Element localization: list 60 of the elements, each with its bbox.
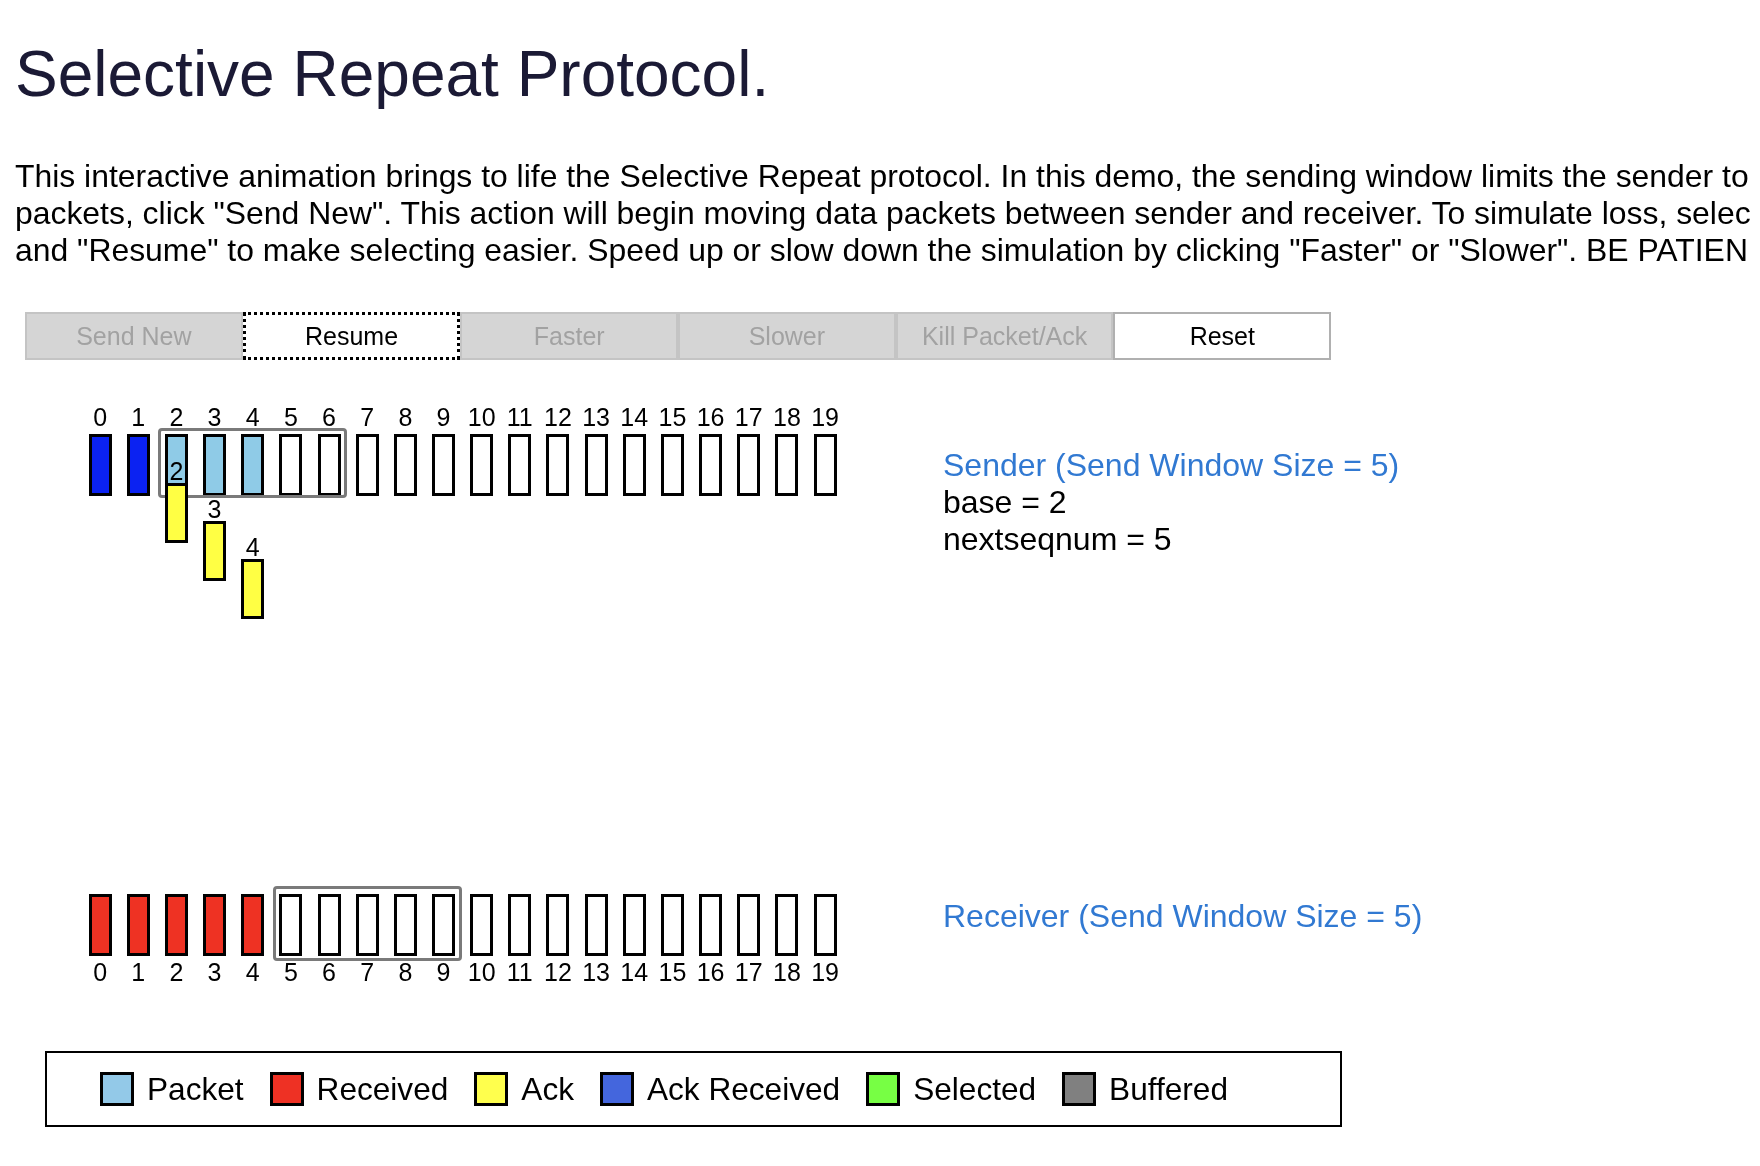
intro-paragraph: This interactive animation brings to life the Selective Repeat protocol. In this demo, the sending window limits the sender to packets, click "Send New". This action will begin moving data packets between sender and receiver. To simulate loss, selec and "Resume" to make selecting easier. Speed up or slow down the simulation by clicking "Faster" or "Slower". BE PATIEN [15, 158, 1751, 269]
slot-number: 3 [207, 403, 222, 431]
receiver-heading: Receiver (Send Window Size = 5) [943, 897, 1423, 935]
slot-number: 16 [696, 403, 725, 431]
slot-number: 15 [658, 403, 687, 431]
slot-number: 14 [620, 403, 649, 431]
slot-number: 4 [245, 958, 260, 986]
ack-packet [203, 521, 227, 581]
slot-number: 11 [506, 958, 533, 986]
sender-variable: nextseqnum = 5 [943, 520, 1173, 558]
slot-number: 3 [207, 958, 222, 986]
slot-number: 4 [245, 403, 260, 431]
legend-label: Selected [913, 1070, 1037, 1108]
slot-number: 7 [360, 958, 375, 986]
slot-number: 19 [811, 403, 839, 431]
slot-number: 8 [398, 403, 413, 431]
slot-number: 10 [467, 958, 496, 986]
slot-number: 17 [734, 403, 763, 431]
slot-number: 12 [544, 403, 572, 431]
ack-packet [164, 483, 188, 543]
slot-number: 0 [93, 403, 108, 431]
slot-number: 18 [773, 958, 801, 986]
ack-packet [241, 559, 265, 619]
slot-number: 7 [360, 403, 375, 431]
legend-label: Ack [521, 1070, 574, 1108]
sender-variable: base = 2 [943, 483, 1068, 521]
slot-number: 0 [93, 958, 108, 986]
slot-number: 8 [398, 958, 413, 986]
slot-number: 5 [283, 958, 298, 986]
page-title: Selective Repeat Protocol. [15, 37, 770, 111]
ack-number: 4 [245, 537, 260, 557]
slot-number: 13 [582, 958, 610, 986]
slot-number: 9 [436, 958, 451, 986]
slot-number: 19 [811, 958, 839, 986]
slot-number: 5 [283, 403, 298, 431]
slot-number: 11 [506, 403, 533, 431]
slot-number: 13 [582, 403, 610, 431]
sender-heading: Sender (Send Window Size = 5) [943, 446, 1400, 484]
toolbar-button[interactable]: Reset [1113, 312, 1332, 360]
slot-number: 14 [620, 958, 649, 986]
legend-label: Packet [147, 1070, 244, 1108]
slot-number: 16 [696, 958, 725, 986]
slot-number: 9 [436, 403, 451, 431]
legend-label: Ack Received [647, 1070, 841, 1108]
slot-number: 10 [467, 403, 496, 431]
legend-label: Buffered [1109, 1070, 1228, 1108]
slot-number: 17 [734, 958, 763, 986]
slot-number: 6 [322, 958, 336, 986]
slot-number: 1 [131, 958, 146, 986]
slot-number: 2 [169, 958, 184, 986]
slot-number: 1 [131, 403, 146, 431]
toolbar-button[interactable]: Resume [242, 312, 461, 360]
slot-number: 18 [773, 403, 801, 431]
slot-number: 15 [658, 958, 687, 986]
legend-label: Received [316, 1070, 449, 1108]
slot-number: 2 [169, 403, 184, 431]
slot-number: 6 [322, 403, 336, 431]
ack-number: 2 [169, 461, 184, 481]
ack-number: 3 [207, 499, 222, 519]
slot-number: 12 [544, 958, 572, 986]
